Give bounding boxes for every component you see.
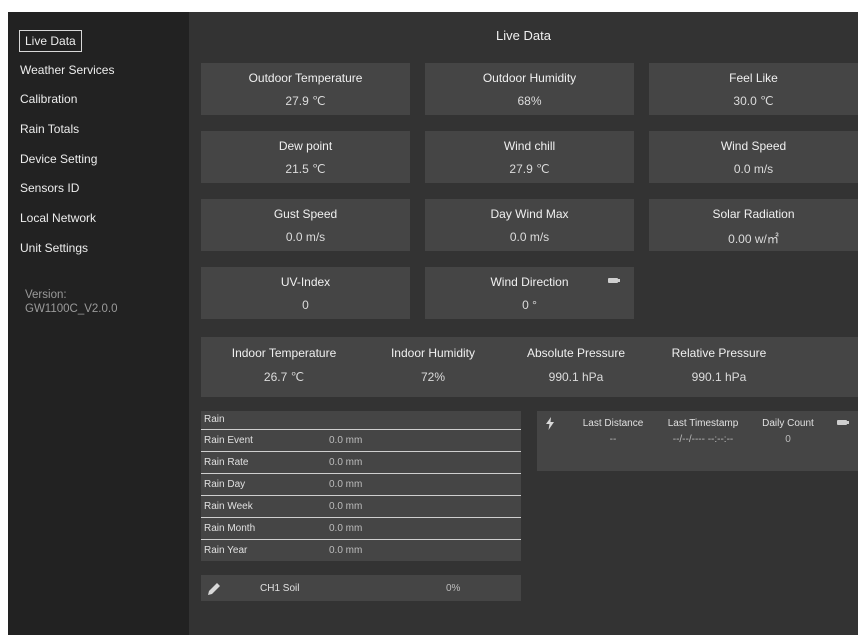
card-value: 0.0 m/s bbox=[733, 162, 774, 176]
soil-moisture-value: 0% bbox=[446, 583, 461, 594]
sidebar-item-rain-totals[interactable]: Rain Totals bbox=[20, 122, 79, 136]
rain-row-value: 0.0 mm bbox=[329, 479, 363, 490]
sidebar: Live Data Weather Services Calibration R… bbox=[8, 12, 189, 635]
version-value: GW1100C_V2.0.0 bbox=[25, 303, 118, 315]
table-row: Rain Rate 0.0 mm bbox=[201, 452, 521, 474]
firmware-version: Version: GW1100C_V2.0.0 bbox=[25, 288, 117, 316]
indoor-humidity-value: 72% bbox=[420, 370, 446, 384]
table-row: Rain Week 0.0 mm bbox=[201, 496, 521, 518]
card-value: 27.9 ℃ bbox=[509, 162, 550, 176]
card-label: Solar Radiation bbox=[712, 207, 795, 221]
indoor-humidity: Indoor Humidity 72% bbox=[373, 346, 493, 384]
main-panel: Live Data Outdoor Temperature 27.9 ℃ Out… bbox=[189, 12, 858, 635]
card-label: Dew point bbox=[278, 139, 333, 153]
soil-moisture-row: CH1 Soil 0% bbox=[201, 575, 521, 601]
soil-channel-label: CH1 Soil bbox=[260, 583, 300, 594]
rain-header-label: Rain bbox=[204, 414, 225, 425]
rain-row-label: Rain Day bbox=[204, 479, 246, 490]
card-label: Outdoor Humidity bbox=[482, 71, 577, 85]
card-value: 0 ° bbox=[522, 298, 537, 312]
last-distance: Last Distance -- bbox=[572, 418, 654, 445]
last-timestamp: Last Timestamp --/--/---- --:--:-- bbox=[657, 418, 749, 445]
card-wind-chill: Wind chill 27.9 ℃ bbox=[425, 131, 634, 183]
pencil-icon[interactable] bbox=[207, 581, 222, 596]
battery-icon bbox=[608, 278, 620, 283]
rain-row-label: Rain Week bbox=[204, 501, 253, 512]
rain-row-value: 0.0 mm bbox=[329, 501, 363, 512]
card-value: 0.0 m/s bbox=[285, 230, 326, 244]
card-value: 68% bbox=[517, 94, 542, 108]
card-label: Outdoor Temperature bbox=[248, 71, 363, 85]
card-dew-point: Dew point 21.5 ℃ bbox=[201, 131, 410, 183]
last-timestamp-value: --/--/---- --:--:-- bbox=[672, 434, 734, 445]
last-distance-label: Last Distance bbox=[582, 418, 644, 429]
card-value: 0.0 m/s bbox=[509, 230, 550, 244]
last-timestamp-label: Last Timestamp bbox=[667, 418, 739, 429]
relative-pressure: Relative Pressure 990.1 hPa bbox=[661, 346, 777, 384]
card-feel-like: Feel Like 30.0 ℃ bbox=[649, 63, 858, 115]
absolute-pressure: Absolute Pressure 990.1 hPa bbox=[511, 346, 641, 384]
absolute-pressure-label: Absolute Pressure bbox=[526, 346, 626, 360]
card-value: 0 bbox=[302, 298, 309, 312]
indoor-humidity-label: Indoor Humidity bbox=[390, 346, 476, 360]
sidebar-item-unit-settings[interactable]: Unit Settings bbox=[20, 241, 88, 255]
card-outdoor-humidity: Outdoor Humidity 68% bbox=[425, 63, 634, 115]
version-label: Version: bbox=[25, 289, 67, 301]
rain-row-value: 0.0 mm bbox=[329, 457, 363, 468]
table-row: Rain Month 0.0 mm bbox=[201, 518, 521, 540]
card-value: 0.00 w/㎡ bbox=[728, 232, 779, 246]
last-distance-value: -- bbox=[609, 434, 617, 445]
indoor-temperature: Indoor Temperature 26.7 ℃ bbox=[211, 346, 357, 384]
lightning-panel: Last Distance -- Last Timestamp --/--/--… bbox=[537, 411, 858, 471]
app-window: Live Data Weather Services Calibration R… bbox=[8, 12, 858, 635]
sidebar-item-local-network[interactable]: Local Network bbox=[20, 211, 96, 225]
relative-pressure-label: Relative Pressure bbox=[671, 346, 767, 360]
indoor-temperature-label: Indoor Temperature bbox=[231, 346, 337, 360]
card-label: Wind Direction bbox=[490, 275, 569, 289]
relative-pressure-value: 990.1 hPa bbox=[691, 370, 747, 384]
card-wind-direction: Wind Direction 0 ° bbox=[425, 267, 634, 319]
daily-count-label: Daily Count bbox=[762, 418, 814, 429]
card-value: 30.0 ℃ bbox=[733, 94, 774, 108]
card-label: UV-Index bbox=[280, 275, 331, 289]
daily-count-value: 0 bbox=[785, 434, 791, 445]
table-row: Rain Event 0.0 mm bbox=[201, 430, 521, 452]
card-label: Wind chill bbox=[503, 139, 556, 153]
rain-row-value: 0.0 mm bbox=[329, 435, 363, 446]
sidebar-item-sensors-id[interactable]: Sensors ID bbox=[20, 181, 79, 195]
rain-row-label: Rain Month bbox=[204, 523, 256, 534]
card-gust-speed: Gust Speed 0.0 m/s bbox=[201, 199, 410, 251]
battery-icon bbox=[837, 420, 849, 425]
rain-row-label: Rain Year bbox=[204, 545, 248, 556]
lightning-icon bbox=[546, 417, 554, 430]
daily-count: Daily Count 0 bbox=[755, 418, 821, 445]
indoor-temperature-value: 26.7 ℃ bbox=[263, 370, 305, 384]
sidebar-item-device-setting[interactable]: Device Setting bbox=[20, 152, 97, 166]
sidebar-item-weather-services[interactable]: Weather Services bbox=[20, 63, 114, 77]
table-row: Rain Year 0.0 mm bbox=[201, 540, 521, 561]
card-label: Wind Speed bbox=[720, 139, 787, 153]
absolute-pressure-value: 990.1 hPa bbox=[548, 370, 604, 384]
rain-table: Rain Rain Event 0.0 mm Rain Rate 0.0 mm … bbox=[201, 411, 521, 561]
rain-row-value: 0.0 mm bbox=[329, 523, 363, 534]
card-day-wind-max: Day Wind Max 0.0 m/s bbox=[425, 199, 634, 251]
card-label: Gust Speed bbox=[273, 207, 338, 221]
rain-row-label: Rain Event bbox=[204, 435, 253, 446]
card-label: Day Wind Max bbox=[490, 207, 569, 221]
table-row: Rain Day 0.0 mm bbox=[201, 474, 521, 496]
rain-table-header: Rain bbox=[201, 411, 521, 430]
rain-row-label: Rain Rate bbox=[204, 457, 249, 468]
rain-row-value: 0.0 mm bbox=[329, 545, 363, 556]
card-value: 27.9 ℃ bbox=[285, 94, 326, 108]
card-uv-index: UV-Index 0 bbox=[201, 267, 410, 319]
card-wind-speed: Wind Speed 0.0 m/s bbox=[649, 131, 858, 183]
card-solar-radiation: Solar Radiation 0.00 w/㎡ bbox=[649, 199, 858, 251]
card-value: 21.5 ℃ bbox=[285, 162, 326, 176]
sidebar-item-live-data[interactable]: Live Data bbox=[19, 30, 82, 52]
page-title: Live Data bbox=[496, 28, 551, 43]
sidebar-item-calibration[interactable]: Calibration bbox=[20, 92, 77, 106]
card-label: Feel Like bbox=[729, 71, 778, 85]
card-outdoor-temperature: Outdoor Temperature 27.9 ℃ bbox=[201, 63, 410, 115]
indoor-pressure-panel: Indoor Temperature 26.7 ℃ Indoor Humidit… bbox=[201, 337, 858, 397]
